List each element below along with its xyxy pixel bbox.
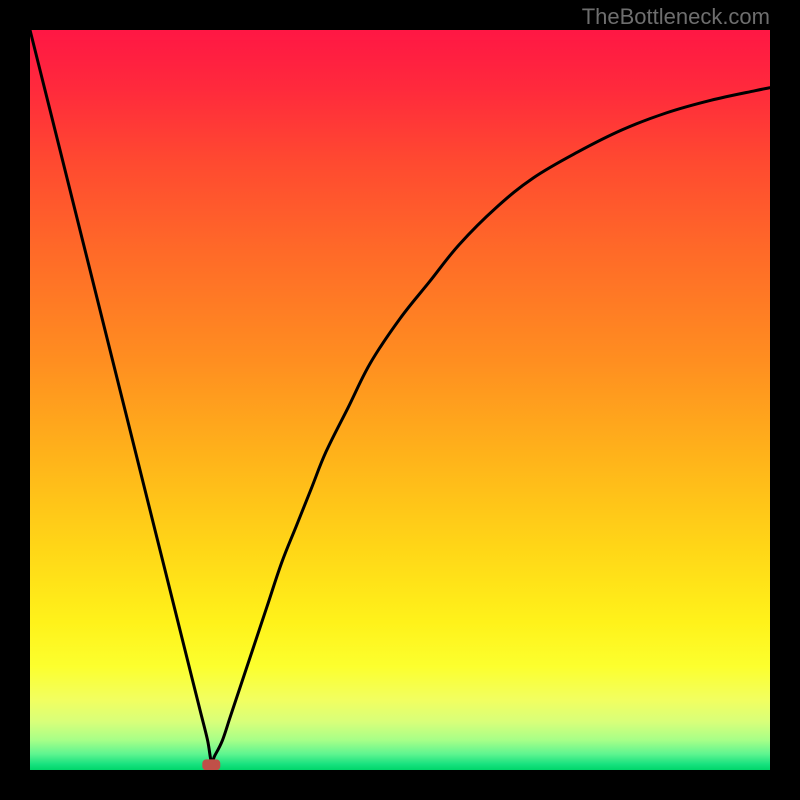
chart-plot-area: [30, 30, 770, 770]
optimal-marker: [202, 759, 220, 770]
chart-background: [30, 30, 770, 770]
attribution-text: TheBottleneck.com: [582, 4, 770, 30]
chart-svg: [30, 30, 770, 770]
chart-frame: TheBottleneck.com: [0, 0, 800, 800]
